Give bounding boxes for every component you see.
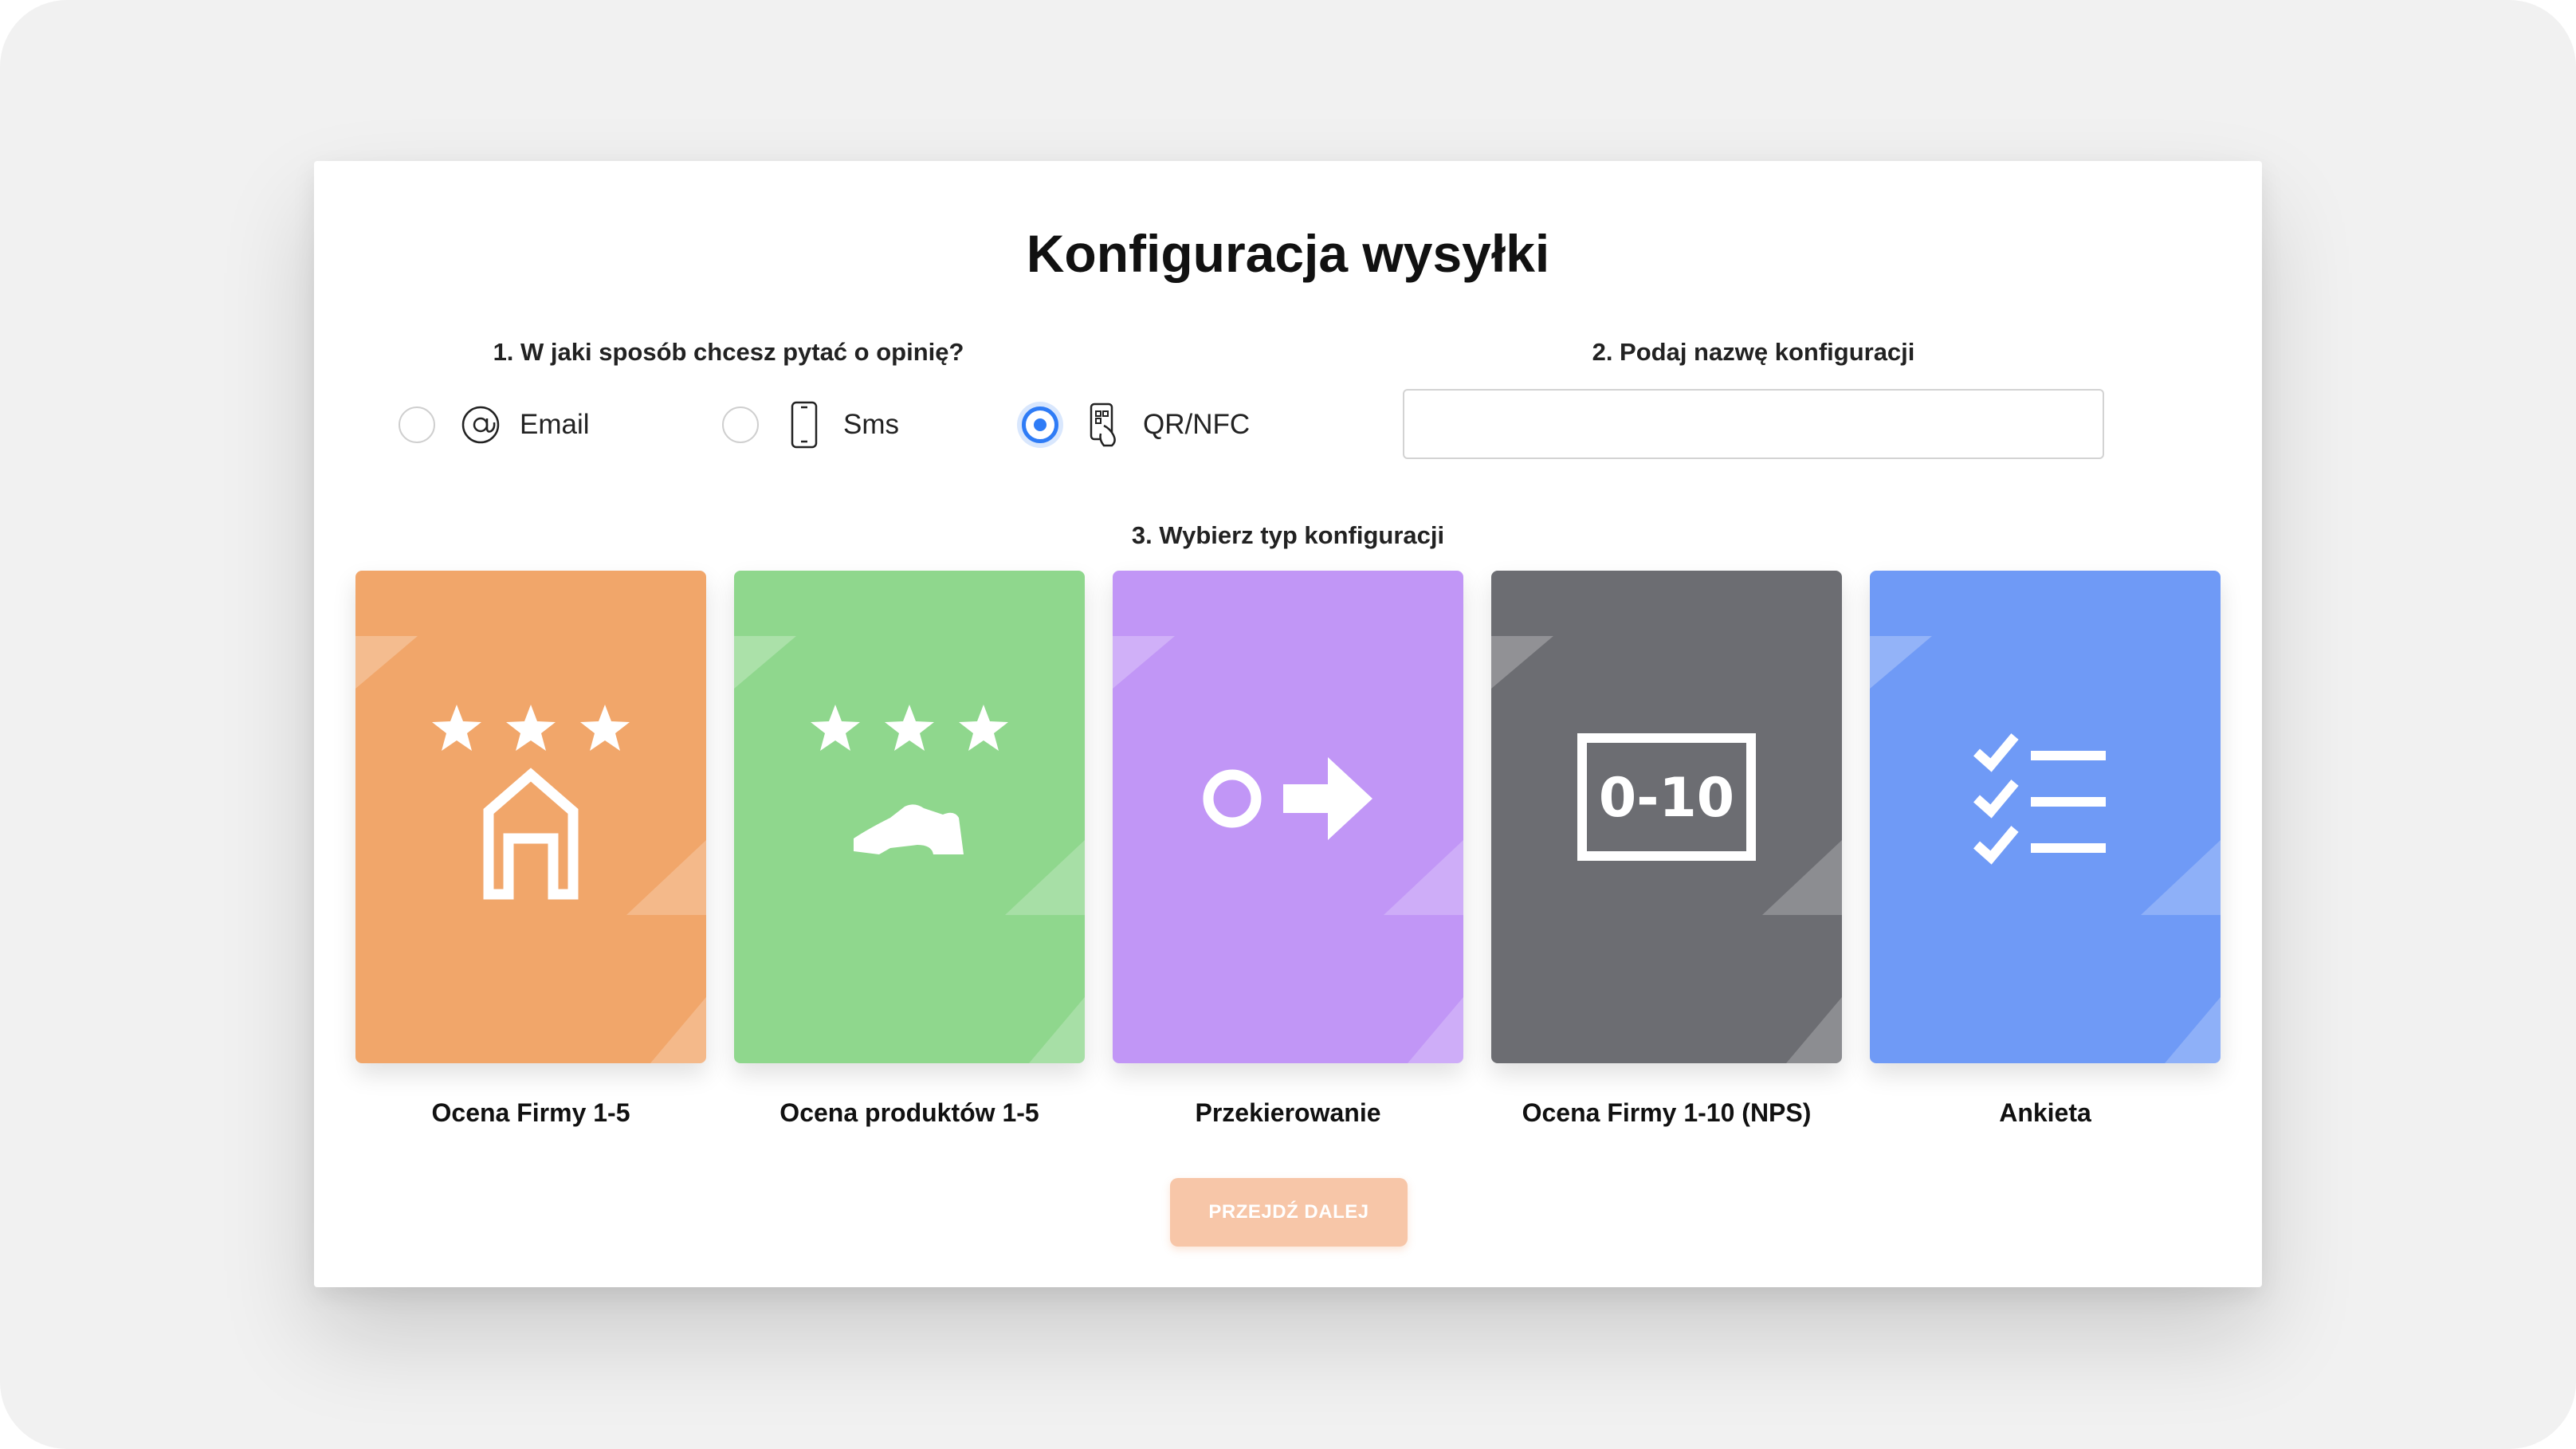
- nps-scale-icon: 0-10: [1577, 733, 1756, 861]
- circle-arrow-icon: [1203, 757, 1372, 840]
- config-card-survey[interactable]: Ankieta: [1870, 571, 2221, 1128]
- email-radio[interactable]: [399, 406, 435, 443]
- config-modal: Konfiguracja wysyłki 1. W jaki sposób ch…: [314, 161, 2262, 1287]
- channel-option-qrnfc[interactable]: QR/NFC: [1022, 397, 1250, 453]
- config-card-product-rating-5[interactable]: Ocena produktów 1-5: [734, 571, 1085, 1128]
- config-name-input[interactable]: [1403, 389, 2104, 459]
- step1-label: 1. W jaki sposób chcesz pytać o opinię?: [493, 338, 964, 366]
- sms-label: Sms: [843, 409, 899, 440]
- email-label: Email: [520, 409, 590, 440]
- card-tile: [1113, 571, 1463, 1063]
- step2-label: 2. Podaj nazwę konfiguracji: [1592, 338, 1915, 366]
- card-label: Ankieta: [1999, 1098, 2091, 1127]
- screen-background: Konfiguracja wysyłki 1. W jaki sposób ch…: [0, 0, 2576, 1449]
- card-tile: [1870, 571, 2221, 1063]
- at-sign-icon: [459, 400, 502, 450]
- card-label: Przekierowanie: [1195, 1098, 1381, 1127]
- checklist-icon: [1973, 733, 2106, 865]
- qrnfc-radio[interactable]: [1022, 406, 1058, 443]
- card-tile: 0-10: [1491, 571, 1842, 1063]
- channel-option-sms[interactable]: Sms: [722, 397, 899, 453]
- qr-phone-icon: [1082, 400, 1125, 450]
- sms-radio[interactable]: [722, 406, 759, 443]
- card-label: Ocena produktów 1-5: [779, 1098, 1039, 1127]
- channel-option-email[interactable]: Email: [399, 397, 590, 453]
- stars-house-icon: [432, 705, 630, 900]
- step3-label: 3. Wybierz typ konfiguracji: [1131, 521, 1445, 549]
- config-card-redirect[interactable]: Przekierowanie: [1113, 571, 1463, 1128]
- card-tile: [734, 571, 1085, 1063]
- config-card-company-rating-5[interactable]: Ocena Firmy 1-5: [355, 571, 706, 1128]
- next-step-button[interactable]: PRZEJDŹ DALEJ: [1170, 1178, 1408, 1247]
- modal-title: Konfiguracja wysyłki: [1026, 224, 1550, 283]
- card-tile: [355, 571, 706, 1063]
- smartphone-icon: [783, 400, 826, 450]
- qrnfc-label: QR/NFC: [1143, 409, 1251, 440]
- card-label: Ocena Firmy 1-10 (NPS): [1522, 1098, 1812, 1127]
- card-label: Ocena Firmy 1-5: [431, 1098, 630, 1127]
- config-card-nps[interactable]: 0-10 Ocena Firmy 1-10 (NPS): [1491, 571, 1842, 1128]
- stars-shoe-icon: [811, 705, 1008, 854]
- nps-scale-text: 0-10: [1599, 767, 1734, 830]
